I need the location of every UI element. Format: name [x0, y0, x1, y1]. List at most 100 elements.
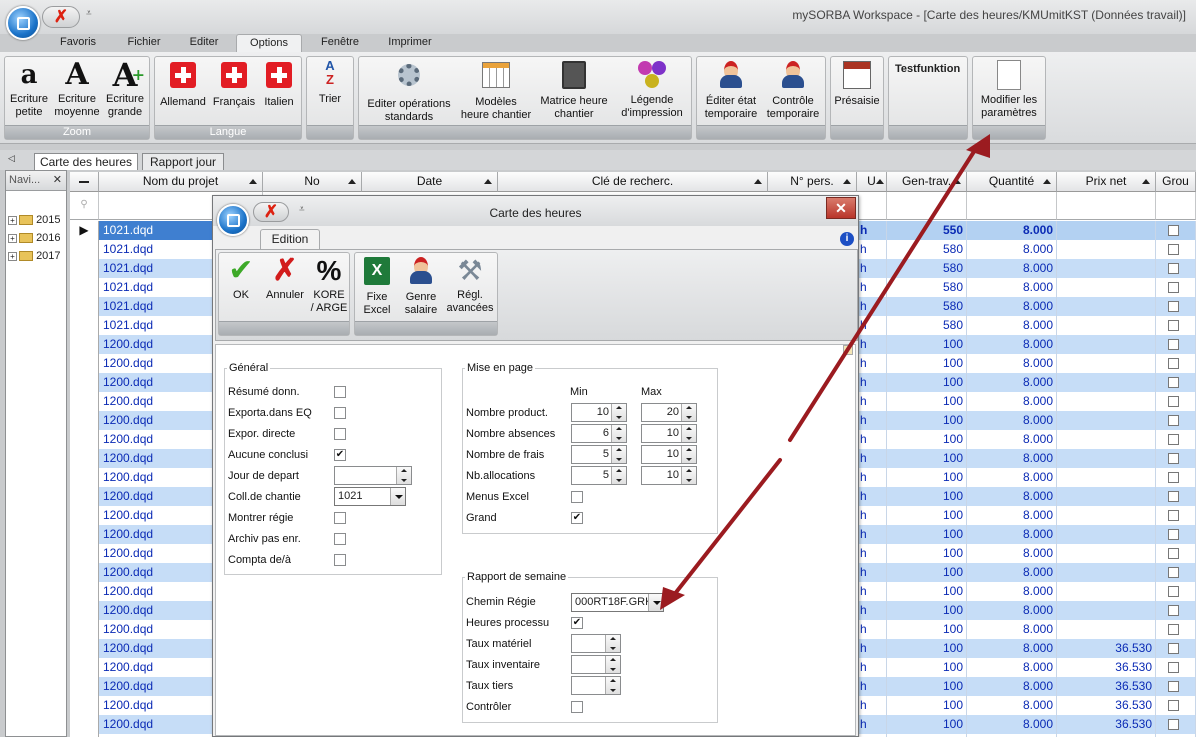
group-checkbox[interactable] — [1168, 681, 1179, 692]
francais-button[interactable]: Français — [210, 59, 258, 109]
cell-gen-trav[interactable]: 580 — [887, 297, 967, 316]
row-selector[interactable] — [70, 373, 99, 392]
presaisie-button[interactable]: Présaisie — [833, 59, 881, 108]
cell-prix-net[interactable] — [1057, 544, 1156, 563]
cell-quantite[interactable]: 8.000 — [967, 525, 1057, 544]
cell-u[interactable]: h — [857, 677, 887, 696]
cell-quantite[interactable]: 8.000 — [967, 354, 1057, 373]
cell-u[interactable]: h — [857, 240, 887, 259]
row-selector[interactable] — [70, 487, 99, 506]
group-checkbox[interactable] — [1168, 662, 1179, 673]
filter-cell[interactable] — [887, 192, 967, 220]
cell-quantite[interactable]: 8.000 — [967, 677, 1057, 696]
row-selector[interactable] — [70, 658, 99, 677]
row-selector[interactable] — [70, 354, 99, 373]
controler-checkbox[interactable] — [571, 701, 583, 713]
row-selector[interactable]: ▶ — [70, 221, 99, 240]
tree-item[interactable]: + 2015 — [8, 211, 61, 229]
cell-prix-net[interactable] — [1057, 430, 1156, 449]
row-selector[interactable] — [70, 297, 99, 316]
compta-de-a-checkbox[interactable] — [334, 554, 346, 566]
col-groupe[interactable]: Grou — [1156, 172, 1196, 192]
cell-u[interactable]: h — [857, 278, 887, 297]
cell-u[interactable]: h — [857, 430, 887, 449]
filter-icon[interactable]: ⚲ — [70, 192, 99, 220]
cell-quantite[interactable]: 8.000 — [967, 658, 1057, 677]
spinner-arrows-icon[interactable] — [681, 467, 696, 484]
row-selector[interactable] — [70, 449, 99, 468]
tree-item[interactable]: + 2016 — [8, 229, 61, 247]
close-doc-icon[interactable]: ✗ — [43, 7, 79, 27]
cell-quantite[interactable]: 8.000 — [967, 506, 1057, 525]
row-selector-header[interactable] — [70, 172, 99, 192]
row-selector[interactable] — [70, 392, 99, 411]
group-checkbox[interactable] — [1168, 244, 1179, 255]
coll-chantie-select[interactable]: 1021 — [334, 487, 406, 506]
cell-gen-trav[interactable]: 100 — [887, 411, 967, 430]
col-quantite[interactable]: Quantité — [967, 172, 1057, 192]
cell-quantite[interactable]: 8.000 — [967, 487, 1057, 506]
row-selector[interactable] — [70, 278, 99, 297]
cell-gen-trav[interactable]: 100 — [887, 696, 967, 715]
nombre-frais-max-spinner[interactable]: 10 — [641, 445, 697, 464]
cell-gen-trav[interactable]: 100 — [887, 430, 967, 449]
group-checkbox[interactable] — [1168, 700, 1179, 711]
cell-quantite[interactable]: 8.000 — [967, 468, 1057, 487]
cell-quantite[interactable]: 8.000 — [967, 335, 1057, 354]
cell-prix-net[interactable]: 36.530 — [1057, 658, 1156, 677]
filter-cell[interactable] — [1156, 192, 1196, 220]
group-checkbox[interactable] — [1168, 396, 1179, 407]
tab-edition[interactable]: Edition — [260, 229, 320, 249]
jour-depart-spinner[interactable] — [334, 466, 412, 485]
col-num-pers[interactable]: N° pers. — [768, 172, 857, 192]
row-selector[interactable] — [70, 468, 99, 487]
group-checkbox[interactable] — [1168, 510, 1179, 521]
heures-processu-checkbox[interactable]: ✔ — [571, 617, 583, 629]
cell-prix-net[interactable] — [1057, 468, 1156, 487]
menu-options[interactable]: Options — [236, 34, 302, 52]
row-selector[interactable] — [70, 582, 99, 601]
row-selector[interactable] — [70, 316, 99, 335]
cell-prix-net[interactable] — [1057, 335, 1156, 354]
legende-impression-button[interactable]: Légende d'impression — [615, 59, 689, 120]
cell-gen-trav[interactable]: 100 — [887, 354, 967, 373]
resize-grip-icon[interactable] — [843, 345, 853, 355]
row-selector[interactable] — [70, 335, 99, 354]
nb-allocations-min-spinner[interactable]: 5 — [571, 466, 627, 485]
group-checkbox[interactable] — [1168, 586, 1179, 597]
expand-icon[interactable]: + — [8, 233, 17, 243]
cell-gen-trav[interactable]: 100 — [887, 544, 967, 563]
cell-u[interactable]: h — [857, 411, 887, 430]
tab-carte-des-heures[interactable]: Carte des heures — [34, 153, 138, 170]
spinner-arrows-icon[interactable] — [681, 404, 696, 421]
cell-quantite[interactable]: 8.000 — [967, 544, 1057, 563]
group-checkbox[interactable] — [1168, 624, 1179, 635]
qat-dropdown-icon[interactable]: ⩡ — [86, 8, 92, 19]
reglages-avances-button[interactable]: ⚒ Régl. avancées — [445, 255, 495, 315]
cell-gen-trav[interactable]: 100 — [887, 582, 967, 601]
row-selector[interactable] — [70, 525, 99, 544]
close-pane-icon[interactable]: ✕ — [53, 171, 62, 190]
cell-u[interactable]: h — [857, 487, 887, 506]
row-selector[interactable] — [70, 411, 99, 430]
cell-gen-trav[interactable]: 100 — [887, 639, 967, 658]
exporta-eq-checkbox[interactable] — [334, 407, 346, 419]
cell-u[interactable]: h — [857, 316, 887, 335]
nb-allocations-max-spinner[interactable]: 10 — [641, 466, 697, 485]
cell-gen-trav[interactable]: 580 — [887, 240, 967, 259]
tab-rapport-jour[interactable]: Rapport jour — [142, 153, 224, 170]
cell-quantite[interactable]: 8.000 — [967, 411, 1057, 430]
row-selector[interactable] — [70, 544, 99, 563]
cell-gen-trav[interactable]: 100 — [887, 468, 967, 487]
cell-prix-net[interactable]: 36.530 — [1057, 696, 1156, 715]
cell-gen-trav[interactable]: 100 — [887, 487, 967, 506]
spinner-arrows-icon[interactable] — [605, 635, 620, 652]
cell-gen-trav[interactable]: 100 — [887, 620, 967, 639]
cell-quantite[interactable]: 8.000 — [967, 240, 1057, 259]
row-selector[interactable] — [70, 677, 99, 696]
cell-prix-net[interactable] — [1057, 487, 1156, 506]
group-checkbox[interactable] — [1168, 320, 1179, 331]
group-checkbox[interactable] — [1168, 472, 1179, 483]
trier-button[interactable]: AZ Trier — [309, 59, 351, 106]
cell-u[interactable]: h — [857, 601, 887, 620]
